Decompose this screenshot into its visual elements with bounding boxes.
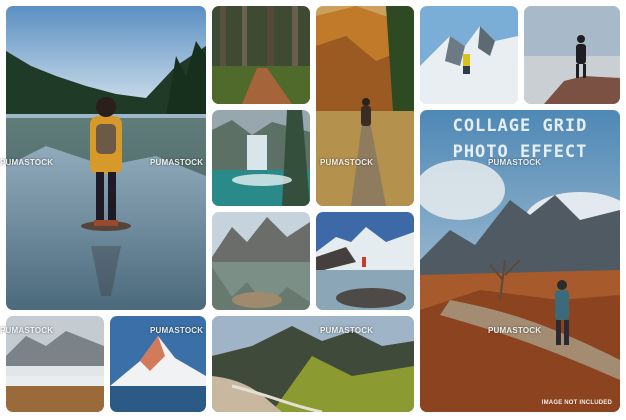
collage-title-line1: COLLAGE GRID	[452, 116, 588, 136]
photo-featured-patagonia: COLLAGE GRID PHOTO EFFECT IMAGE NOT INCL…	[420, 110, 620, 412]
image-not-included-note: IMAGE NOT INCLUDED	[541, 400, 612, 406]
photo-snowy-peaks	[316, 212, 414, 310]
photo-forest-trail	[212, 6, 310, 104]
watermark: PUMASTOCK	[488, 158, 542, 167]
photo-mountain-lake	[212, 212, 310, 310]
photo-dusk-hiker	[524, 6, 620, 104]
watermark: PUMASTOCK	[320, 158, 374, 167]
photo-snowy-hiker	[420, 6, 518, 104]
photo-autumn-hiker	[316, 6, 414, 206]
watermark: PUMASTOCK	[150, 326, 204, 335]
watermark: PUMASTOCK	[488, 326, 542, 335]
watermark: PUMASTOCK	[150, 158, 204, 167]
watermark: PUMASTOCK	[0, 326, 54, 335]
watermark: PUMASTOCK	[320, 326, 374, 335]
photo-frozen-waterfall	[212, 110, 310, 206]
watermark: PUMASTOCK	[0, 158, 54, 167]
photo-aerial-valley	[212, 316, 414, 412]
